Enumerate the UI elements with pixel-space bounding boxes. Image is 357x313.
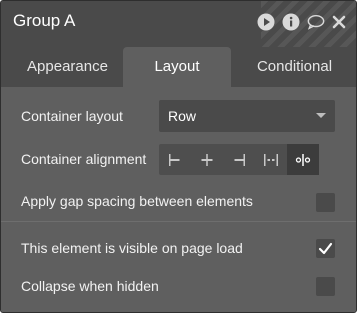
container-layout-label: Container layout <box>21 108 123 124</box>
layout-tab-content: Container layout Row Container alignment… <box>1 87 356 312</box>
container-alignment-buttons <box>159 144 319 175</box>
align-left-icon[interactable] <box>159 144 191 175</box>
container-layout-value: Row <box>168 108 197 124</box>
tab-appearance[interactable]: Appearance <box>1 47 134 87</box>
panel-header: Group A <box>1 1 356 59</box>
container-alignment-label: Container alignment <box>21 151 147 167</box>
gap-spacing-checkbox[interactable] <box>316 193 335 212</box>
tab-conditional[interactable]: Conditional <box>231 47 356 87</box>
collapse-when-hidden-checkbox[interactable] <box>316 277 335 296</box>
header-icons <box>248 13 348 33</box>
visible-on-load-label: This element is visible on page load <box>21 240 243 256</box>
visible-on-load-checkbox[interactable] <box>316 239 335 258</box>
play-icon[interactable] <box>257 13 275 31</box>
chevron-down-icon <box>316 113 326 118</box>
align-center-icon[interactable] <box>191 144 223 175</box>
checkmark-icon <box>318 242 333 255</box>
tab-layout[interactable]: Layout <box>123 47 231 87</box>
close-icon[interactable] <box>330 13 348 31</box>
space-between-icon[interactable] <box>255 144 287 175</box>
comment-icon[interactable] <box>307 13 325 31</box>
container-layout-dropdown[interactable]: Row <box>159 100 335 132</box>
tab-bar: Appearance Layout Conditional <box>1 47 356 87</box>
info-icon[interactable] <box>282 13 300 31</box>
section-divider <box>1 221 356 222</box>
collapse-when-hidden-label: Collapse when hidden <box>21 278 159 294</box>
align-right-icon[interactable] <box>223 144 255 175</box>
property-editor-panel: Group A Appearance Layout Conditional Co… <box>0 0 357 313</box>
panel-title: Group A <box>13 11 76 30</box>
gap-spacing-label: Apply gap spacing between elements <box>21 193 253 209</box>
space-around-icon[interactable] <box>287 144 319 175</box>
